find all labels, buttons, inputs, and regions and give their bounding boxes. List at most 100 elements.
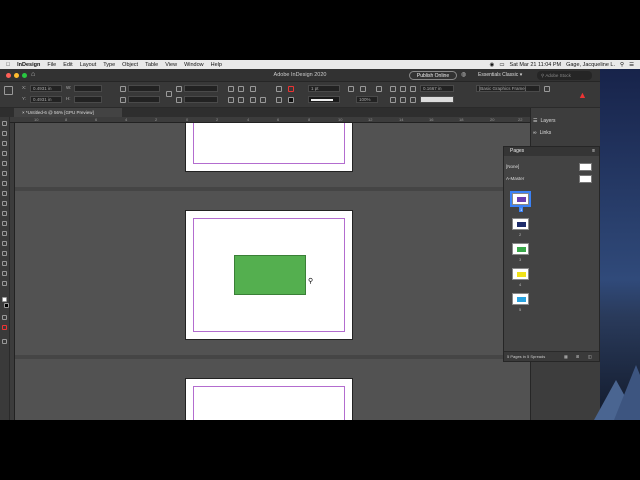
menu-window[interactable]: Window [184, 62, 204, 68]
fill-color-icon[interactable] [2, 297, 7, 302]
screen-mode-icon[interactable] [2, 339, 7, 344]
object-style-options-icon[interactable] [544, 86, 550, 92]
scale-y-field[interactable] [128, 96, 160, 103]
a-master-label[interactable]: A-Master [506, 176, 524, 181]
line-tool-icon[interactable] [2, 171, 7, 176]
rotate-90-ccw-icon[interactable] [238, 86, 244, 92]
none-master-label[interactable]: [None] [506, 164, 519, 169]
select-container-icon[interactable] [228, 97, 234, 103]
menu-table[interactable]: Table [145, 62, 158, 68]
text-wrap-icon[interactable] [376, 86, 382, 92]
shear-field[interactable] [184, 96, 218, 103]
apple-icon[interactable]:  [6, 62, 10, 68]
menu-view[interactable]: View [165, 62, 177, 68]
rotation-field[interactable] [184, 85, 218, 92]
menu-help[interactable]: Help [211, 62, 222, 68]
page-thumbnail-4[interactable] [512, 268, 529, 280]
workspace-switcher[interactable]: Essentials Classic ▾ [478, 72, 522, 78]
layers-panel-tab[interactable]: ☰ Layers [533, 116, 556, 126]
constrain-proportions-icon[interactable] [166, 91, 172, 97]
object-style-select[interactable]: [Basic Graphics Frame] [476, 85, 540, 92]
document-tab[interactable]: × *Untitled-6 @ 56% [GPU Preview] [14, 108, 122, 117]
green-rectangle-frame[interactable] [234, 255, 306, 295]
publish-online-button[interactable]: Publish Online [409, 71, 457, 80]
gradient-tool-icon[interactable] [2, 241, 7, 246]
select-next-icon[interactable] [260, 97, 266, 103]
x-position-field[interactable]: 0.4931 in [30, 85, 62, 92]
stroke-color-icon[interactable] [4, 303, 9, 308]
rotate-90-cw-icon[interactable] [228, 86, 234, 92]
panel-menu-icon[interactable]: ≡ [592, 147, 595, 156]
battery-icon[interactable]: ▭ [499, 62, 504, 68]
y-position-field[interactable]: 0.4931 in [30, 96, 62, 103]
gap-tool-icon[interactable] [2, 151, 7, 156]
width-field[interactable] [74, 85, 102, 92]
spacing-field[interactable]: 0.1667 in [420, 85, 454, 92]
page-tool-icon[interactable] [2, 141, 7, 146]
select-previous-icon[interactable] [250, 97, 256, 103]
color-field[interactable] [420, 96, 454, 103]
fit-frame-icon[interactable] [400, 97, 406, 103]
menu-file[interactable]: File [47, 62, 56, 68]
opacity-field[interactable]: 100% [356, 96, 378, 103]
page-thumbnail-3[interactable] [512, 243, 529, 255]
scale-x-field[interactable] [128, 85, 160, 92]
fill-none-icon[interactable] [288, 86, 294, 92]
direct-selection-tool-icon[interactable] [2, 131, 7, 136]
select-content-icon[interactable] [238, 97, 244, 103]
type-tool-icon[interactable] [2, 161, 7, 166]
page-1[interactable] [185, 123, 353, 172]
none-master-thumb[interactable] [579, 163, 592, 171]
selection-tool-icon[interactable] [2, 121, 7, 126]
pen-tool-icon[interactable] [2, 181, 7, 186]
spotlight-icon[interactable]: ⚲ [620, 62, 624, 68]
stroke-swatch-icon[interactable] [276, 97, 282, 103]
note-tool-icon[interactable] [2, 251, 7, 256]
drop-shadow-icon[interactable] [348, 86, 354, 92]
rectangle-frame-tool-icon[interactable] [2, 201, 7, 206]
page-thumbnail-1[interactable] [510, 191, 531, 207]
menu-clock[interactable]: Sat Mar 21 11:04 PM [510, 62, 562, 68]
page-thumbnail-2[interactable] [512, 218, 529, 230]
align-right-icon[interactable] [410, 86, 416, 92]
menu-layout[interactable]: Layout [80, 62, 97, 68]
menu-type[interactable]: Type [103, 62, 115, 68]
align-center-icon[interactable] [400, 86, 406, 92]
wifi-icon[interactable]: ◉ [490, 62, 495, 68]
eyedropper-tool-icon[interactable] [2, 261, 7, 266]
effects-icon[interactable] [360, 86, 366, 92]
menu-user[interactable]: Gage, Jacqueline L. [566, 62, 615, 68]
formatting-container-icon[interactable] [2, 315, 7, 320]
height-field[interactable] [74, 96, 102, 103]
stroke-type-select[interactable] [308, 96, 340, 103]
menu-object[interactable]: Object [122, 62, 138, 68]
menu-edit[interactable]: Edit [63, 62, 72, 68]
page-size-icon[interactable]: ▦ [564, 352, 568, 362]
links-panel-tab[interactable]: ∞ Links [533, 128, 551, 138]
free-transform-tool-icon[interactable] [2, 231, 7, 236]
lightbulb-icon[interactable]: ◍ [461, 71, 466, 78]
page-2[interactable]: ⚲ [185, 210, 353, 340]
rectangle-tool-icon[interactable] [2, 211, 7, 216]
pencil-tool-icon[interactable] [2, 191, 7, 196]
center-content-icon[interactable] [410, 97, 416, 103]
reference-point-icon[interactable] [4, 86, 13, 95]
pages-panel-header[interactable]: Pages ≡ [504, 147, 599, 156]
fill-swatch-icon[interactable] [276, 86, 282, 92]
list-icon[interactable]: ☰ [629, 62, 634, 68]
menu-app-name[interactable]: InDesign [17, 62, 40, 68]
stroke-black-icon[interactable] [288, 97, 294, 103]
new-page-icon[interactable]: ⊞ [576, 352, 579, 362]
page-thumbnail-5[interactable] [512, 293, 529, 305]
a-master-thumb[interactable] [579, 175, 592, 183]
delete-page-icon[interactable]: ◫ [588, 352, 592, 362]
scissors-tool-icon[interactable] [2, 221, 7, 226]
flip-horizontal-icon[interactable] [250, 86, 256, 92]
stroke-weight-field[interactable]: 1 pt [308, 85, 340, 92]
zoom-tool-icon[interactable] [2, 281, 7, 286]
align-left-icon[interactable] [390, 86, 396, 92]
page-3[interactable] [185, 378, 353, 420]
apply-none-icon[interactable] [2, 325, 7, 330]
document-canvas[interactable]: ⚲ [15, 123, 530, 420]
fit-content-icon[interactable] [390, 97, 396, 103]
